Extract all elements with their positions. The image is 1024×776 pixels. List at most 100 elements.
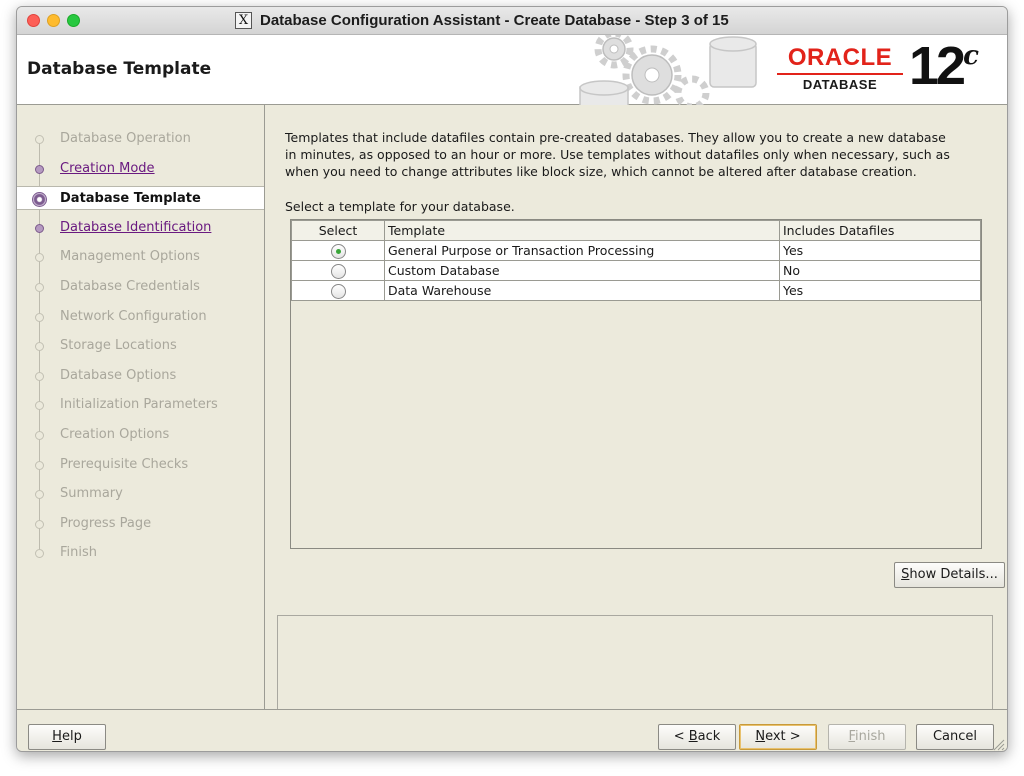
column-header-datafiles[interactable]: Includes Datafiles xyxy=(779,220,981,241)
select-cell[interactable] xyxy=(291,280,385,301)
sidebar-step-database-operation: Database Operation xyxy=(17,127,264,151)
template-table: Select Template Includes Datafiles Gener… xyxy=(290,219,982,549)
help-label: elp xyxy=(61,729,82,744)
template-radio[interactable] xyxy=(330,283,346,299)
description-line: Templates that include datafiles contain… xyxy=(285,130,946,145)
sidebar-step-summary: Summary xyxy=(17,482,264,506)
back-prefix: < xyxy=(673,729,689,744)
show-details-label: how Details... xyxy=(909,567,998,582)
includes-datafiles-cell: Yes xyxy=(779,280,981,301)
sidebar-step-progress-page: Progress Page xyxy=(17,512,264,536)
finish-label: inish xyxy=(855,729,886,744)
template-name-cell: Data Warehouse xyxy=(384,280,780,301)
step-label: Database Credentials xyxy=(60,279,200,294)
help-button[interactable]: Help xyxy=(28,724,106,750)
table-row[interactable]: Data Warehouse Yes xyxy=(291,280,981,301)
show-details-button[interactable]: Show Details... xyxy=(894,562,1005,588)
gears-decoration-icon xyxy=(579,35,757,105)
page-title: Database Template xyxy=(27,59,212,79)
description-line: in minutes, as opposed to an hour or mor… xyxy=(285,147,950,162)
step-label[interactable]: Creation Mode xyxy=(60,157,155,181)
back-button[interactable]: < Back xyxy=(658,724,736,750)
sidebar-step-creation-mode[interactable]: Creation Mode xyxy=(17,157,264,181)
table-header-row: Select Template Includes Datafiles xyxy=(291,220,981,241)
step-label: Prerequisite Checks xyxy=(60,456,189,472)
step-label: Creation Options xyxy=(60,427,170,442)
step-indicator-icon xyxy=(35,490,44,500)
step-indicator-icon xyxy=(35,283,44,292)
step-indicator-icon xyxy=(35,223,44,233)
step-indicator-icon xyxy=(35,371,44,381)
step-label: Initialization Parameters xyxy=(60,397,218,413)
step-label: Database Template xyxy=(60,191,201,207)
sidebar-step-creation-options: Creation Options xyxy=(17,423,264,447)
template-name-cell: Custom Database xyxy=(384,260,780,281)
next-button[interactable]: Next > xyxy=(739,724,817,750)
version-number: 12 xyxy=(909,36,966,96)
database-wordmark: DATABASE xyxy=(802,77,878,92)
template-details-area xyxy=(277,615,993,710)
step-indicator-icon xyxy=(35,164,44,174)
steps-sidebar: Database Operation Creation Mode Database … xyxy=(17,105,265,709)
sidebar-step-initialization-parameters: Initialization Parameters xyxy=(17,393,264,417)
resize-grip-icon[interactable] xyxy=(991,737,1005,751)
step-indicator-icon xyxy=(35,460,44,470)
window-title: Database Configuration Assistant - Creat… xyxy=(260,12,729,29)
sidebar-step-management-options: Management Options xyxy=(17,245,264,269)
step-label: Database Options xyxy=(60,367,177,383)
dbca-window: X Database Configuration Assistant - Cre… xyxy=(16,6,1008,752)
template-radio[interactable] xyxy=(330,263,346,279)
sidebar-step-database-options: Database Options xyxy=(17,364,264,388)
zoom-window-button[interactable] xyxy=(67,14,80,27)
back-label: ack xyxy=(697,729,721,744)
column-header-select[interactable]: Select xyxy=(291,220,385,241)
step-indicator-icon xyxy=(35,549,44,559)
title-bar: X Database Configuration Assistant - Cre… xyxy=(17,7,1007,35)
step-indicator-icon xyxy=(35,253,44,263)
table-row[interactable]: Custom Database No xyxy=(291,260,981,281)
next-mnemonic: N xyxy=(755,729,766,744)
step-indicator-icon xyxy=(35,519,44,529)
step-indicator-icon xyxy=(35,135,44,144)
cancel-button[interactable]: Cancel xyxy=(916,724,994,750)
select-template-label: Select a template for your database. xyxy=(285,199,515,214)
includes-datafiles-cell: No xyxy=(779,260,981,281)
template-radio[interactable] xyxy=(330,243,346,259)
select-cell[interactable] xyxy=(291,240,385,261)
step-label: Storage Locations xyxy=(60,338,177,354)
help-mnemonic: H xyxy=(52,729,62,744)
next-label: ext > xyxy=(765,729,801,744)
sidebar-step-prerequisite-checks: Prerequisite Checks xyxy=(17,453,264,477)
step-label: Database Operation xyxy=(60,131,191,146)
sidebar-step-storage-locations: Storage Locations xyxy=(17,334,264,358)
oracle-wordmark: ORACLE xyxy=(787,44,893,71)
logo-rule xyxy=(777,73,903,75)
step-indicator-icon xyxy=(35,312,44,322)
header-banner: Database Template ORACLE DATABASE 12c xyxy=(17,35,1007,105)
select-cell[interactable] xyxy=(291,260,385,281)
finish-button[interactable]: Finish xyxy=(828,724,906,750)
minimize-window-button[interactable] xyxy=(47,14,60,27)
sidebar-step-finish: Finish xyxy=(17,541,264,565)
sidebar-step-database-template: Database Template xyxy=(17,186,264,211)
description-line: when you need to change attributes like … xyxy=(285,164,917,179)
main-content: Templates that include datafiles contain… xyxy=(265,105,1007,710)
template-description: Templates that include datafiles contain… xyxy=(285,129,985,180)
includes-datafiles-cell: Yes xyxy=(779,240,981,261)
version-badge: 12c xyxy=(909,35,979,97)
column-header-template[interactable]: Template xyxy=(384,220,780,241)
template-name-cell: General Purpose or Transaction Processin… xyxy=(384,240,780,261)
sidebar-step-network-configuration: Network Configuration xyxy=(17,305,264,329)
step-label[interactable]: Database Identification xyxy=(60,216,211,240)
close-window-button[interactable] xyxy=(27,14,40,27)
sidebar-step-database-credentials: Database Credentials xyxy=(17,275,264,299)
step-label: Summary xyxy=(60,486,123,502)
step-indicator-icon xyxy=(35,342,44,352)
oracle-logo: ORACLE DATABASE xyxy=(775,45,915,95)
step-label: Progress Page xyxy=(60,515,152,531)
step-label: Management Options xyxy=(60,249,200,265)
table-row[interactable]: General Purpose or Transaction Processin… xyxy=(291,240,981,261)
version-suffix: c xyxy=(963,41,979,71)
sidebar-step-database-identification[interactable]: Database Identification xyxy=(17,216,264,240)
step-indicator-icon xyxy=(32,192,47,208)
